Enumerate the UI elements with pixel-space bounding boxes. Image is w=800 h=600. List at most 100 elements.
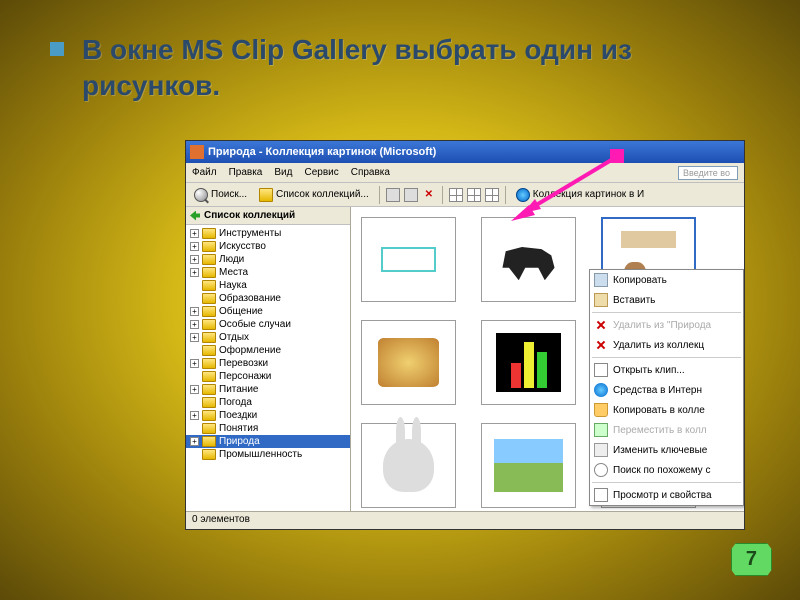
thumbnail-item[interactable]	[481, 320, 576, 405]
context-menu-item[interactable]: Копировать в колле	[590, 400, 743, 420]
tree-item-label: Отдых	[219, 332, 249, 343]
context-menu-item[interactable]: Поиск по похожему с	[590, 460, 743, 480]
toolbar-separator	[379, 186, 380, 204]
expand-icon[interactable]: +	[190, 320, 199, 329]
ci-prop-icon	[594, 488, 608, 502]
thumbnail-item[interactable]	[481, 423, 576, 508]
tree-item-label: Погода	[219, 397, 252, 408]
tree-item[interactable]: +Места	[186, 266, 350, 279]
context-menu-item[interactable]: Изменить ключевые	[590, 440, 743, 460]
clipart-landscape	[494, 439, 564, 493]
ci-copy-icon	[594, 273, 608, 287]
expand-icon[interactable]: +	[190, 229, 199, 238]
context-menu-label: Открыть клип...	[613, 365, 685, 376]
titlebar[interactable]: Природа - Коллекция картинок (Microsoft)	[186, 141, 744, 163]
thumbnail-item[interactable]	[361, 320, 456, 405]
tree-item[interactable]: +Инструменты	[186, 227, 350, 240]
folder-icon	[202, 358, 216, 369]
expand-icon[interactable]: +	[190, 385, 199, 394]
tree-item[interactable]: +Общение	[186, 305, 350, 318]
toolbar: Поиск... Список коллекций... ✕ Коллекция…	[186, 183, 744, 207]
collection-tree[interactable]: +Инструменты+Искусство+Люди+МестаНаукаОб…	[186, 225, 350, 511]
collections-list-button[interactable]: Список коллекций...	[255, 186, 373, 204]
menu-edit[interactable]: Правка	[229, 167, 263, 178]
status-bar: 0 элементов	[186, 511, 744, 529]
menu-tools[interactable]: Сервис	[304, 167, 338, 178]
thumbnail-item[interactable]	[361, 423, 456, 508]
tree-item[interactable]: Оформление	[186, 344, 350, 357]
tree-item[interactable]: + Особые случаи	[186, 318, 350, 331]
menubar: Файл Правка Вид Сервис Справка Введите в…	[186, 163, 744, 183]
tree-item[interactable]: Персонажи	[186, 370, 350, 383]
tree-item[interactable]: Промышленность	[186, 448, 350, 461]
tree-item[interactable]: Погода	[186, 396, 350, 409]
expand-icon[interactable]: +	[190, 268, 199, 277]
expand-icon[interactable]: +	[190, 411, 199, 420]
context-menu-item[interactable]: Открыть клип...	[590, 360, 743, 380]
context-menu-label: Копировать	[613, 275, 667, 286]
context-menu-item[interactable]: Средства в Интерн	[590, 380, 743, 400]
tree-item[interactable]: Наука	[186, 279, 350, 292]
ci-key-icon	[594, 443, 608, 457]
tree-item[interactable]: +Питание	[186, 383, 350, 396]
context-menu-separator	[592, 312, 741, 313]
context-menu-item[interactable]: Удалить из коллекц	[590, 335, 743, 355]
context-menu-label: Удалить из "Природа	[613, 320, 711, 331]
toolbar-separator	[505, 186, 506, 204]
delete-icon[interactable]: ✕	[422, 188, 436, 202]
expand-icon[interactable]: +	[190, 242, 199, 251]
context-menu-item: Удалить из "Природа	[590, 315, 743, 335]
tree-item-label: Особые случаи	[219, 319, 291, 330]
tree-item-label: Понятия	[219, 423, 258, 434]
context-menu-label: Поиск по похожему с	[613, 465, 710, 476]
folder-icon	[202, 345, 216, 356]
tree-item[interactable]: + Искусство	[186, 240, 350, 253]
details-view-icon[interactable]	[485, 188, 499, 202]
context-menu-item[interactable]: Просмотр и свойства	[590, 485, 743, 505]
folder-icon	[202, 319, 216, 330]
expand-icon[interactable]: +	[190, 359, 199, 368]
tree-item-label: Поездки	[219, 410, 257, 421]
folder-icon	[202, 267, 216, 278]
tree-item[interactable]: + Поездки	[186, 409, 350, 422]
folder-icon	[202, 254, 216, 265]
clipart-chart	[496, 333, 561, 391]
tree-item[interactable]: +Перевозки	[186, 357, 350, 370]
menu-file[interactable]: Файл	[192, 167, 217, 178]
sidebar-title: Список коллекций	[204, 210, 295, 221]
expand-icon	[190, 281, 199, 290]
menu-help[interactable]: Справка	[351, 167, 390, 178]
list-view-icon[interactable]	[467, 188, 481, 202]
tree-item-label: Образование	[219, 293, 281, 304]
sidebar-header: Список коллекций	[186, 207, 350, 225]
tree-item[interactable]: +Люди	[186, 253, 350, 266]
tree-item[interactable]: + Отдых	[186, 331, 350, 344]
context-menu-separator	[592, 482, 741, 483]
clips-online-button[interactable]: Коллекция картинок в И	[512, 186, 648, 204]
menu-view[interactable]: Вид	[274, 167, 292, 178]
help-search-input[interactable]: Введите во	[678, 166, 738, 180]
context-menu-label: Вставить	[613, 295, 655, 306]
folder-icon	[202, 228, 216, 239]
back-arrow-icon[interactable]	[190, 211, 200, 221]
search-button[interactable]: Поиск...	[190, 186, 251, 204]
tree-item[interactable]: Образование	[186, 292, 350, 305]
expand-icon[interactable]: +	[190, 437, 199, 446]
copy-icon[interactable]	[404, 188, 418, 202]
expand-icon[interactable]: +	[190, 255, 199, 264]
context-menu-item[interactable]: Вставить	[590, 290, 743, 310]
tree-item[interactable]: +Природа	[186, 435, 350, 448]
tree-item-label: Искусство	[219, 241, 266, 252]
ci-search-icon	[594, 463, 608, 477]
thumbnails-view-icon[interactable]	[449, 188, 463, 202]
thumbnail-item[interactable]	[481, 217, 576, 302]
context-menu-item[interactable]: Копировать	[590, 270, 743, 290]
expand-icon[interactable]: +	[190, 333, 199, 342]
paste-icon[interactable]	[386, 188, 400, 202]
clipart-rabbit	[383, 439, 434, 493]
clips-online-label: Коллекция картинок в И	[533, 189, 644, 200]
expand-icon[interactable]: +	[190, 307, 199, 316]
tree-item[interactable]: Понятия	[186, 422, 350, 435]
ci-open-icon	[594, 363, 608, 377]
thumbnail-item[interactable]	[361, 217, 456, 302]
